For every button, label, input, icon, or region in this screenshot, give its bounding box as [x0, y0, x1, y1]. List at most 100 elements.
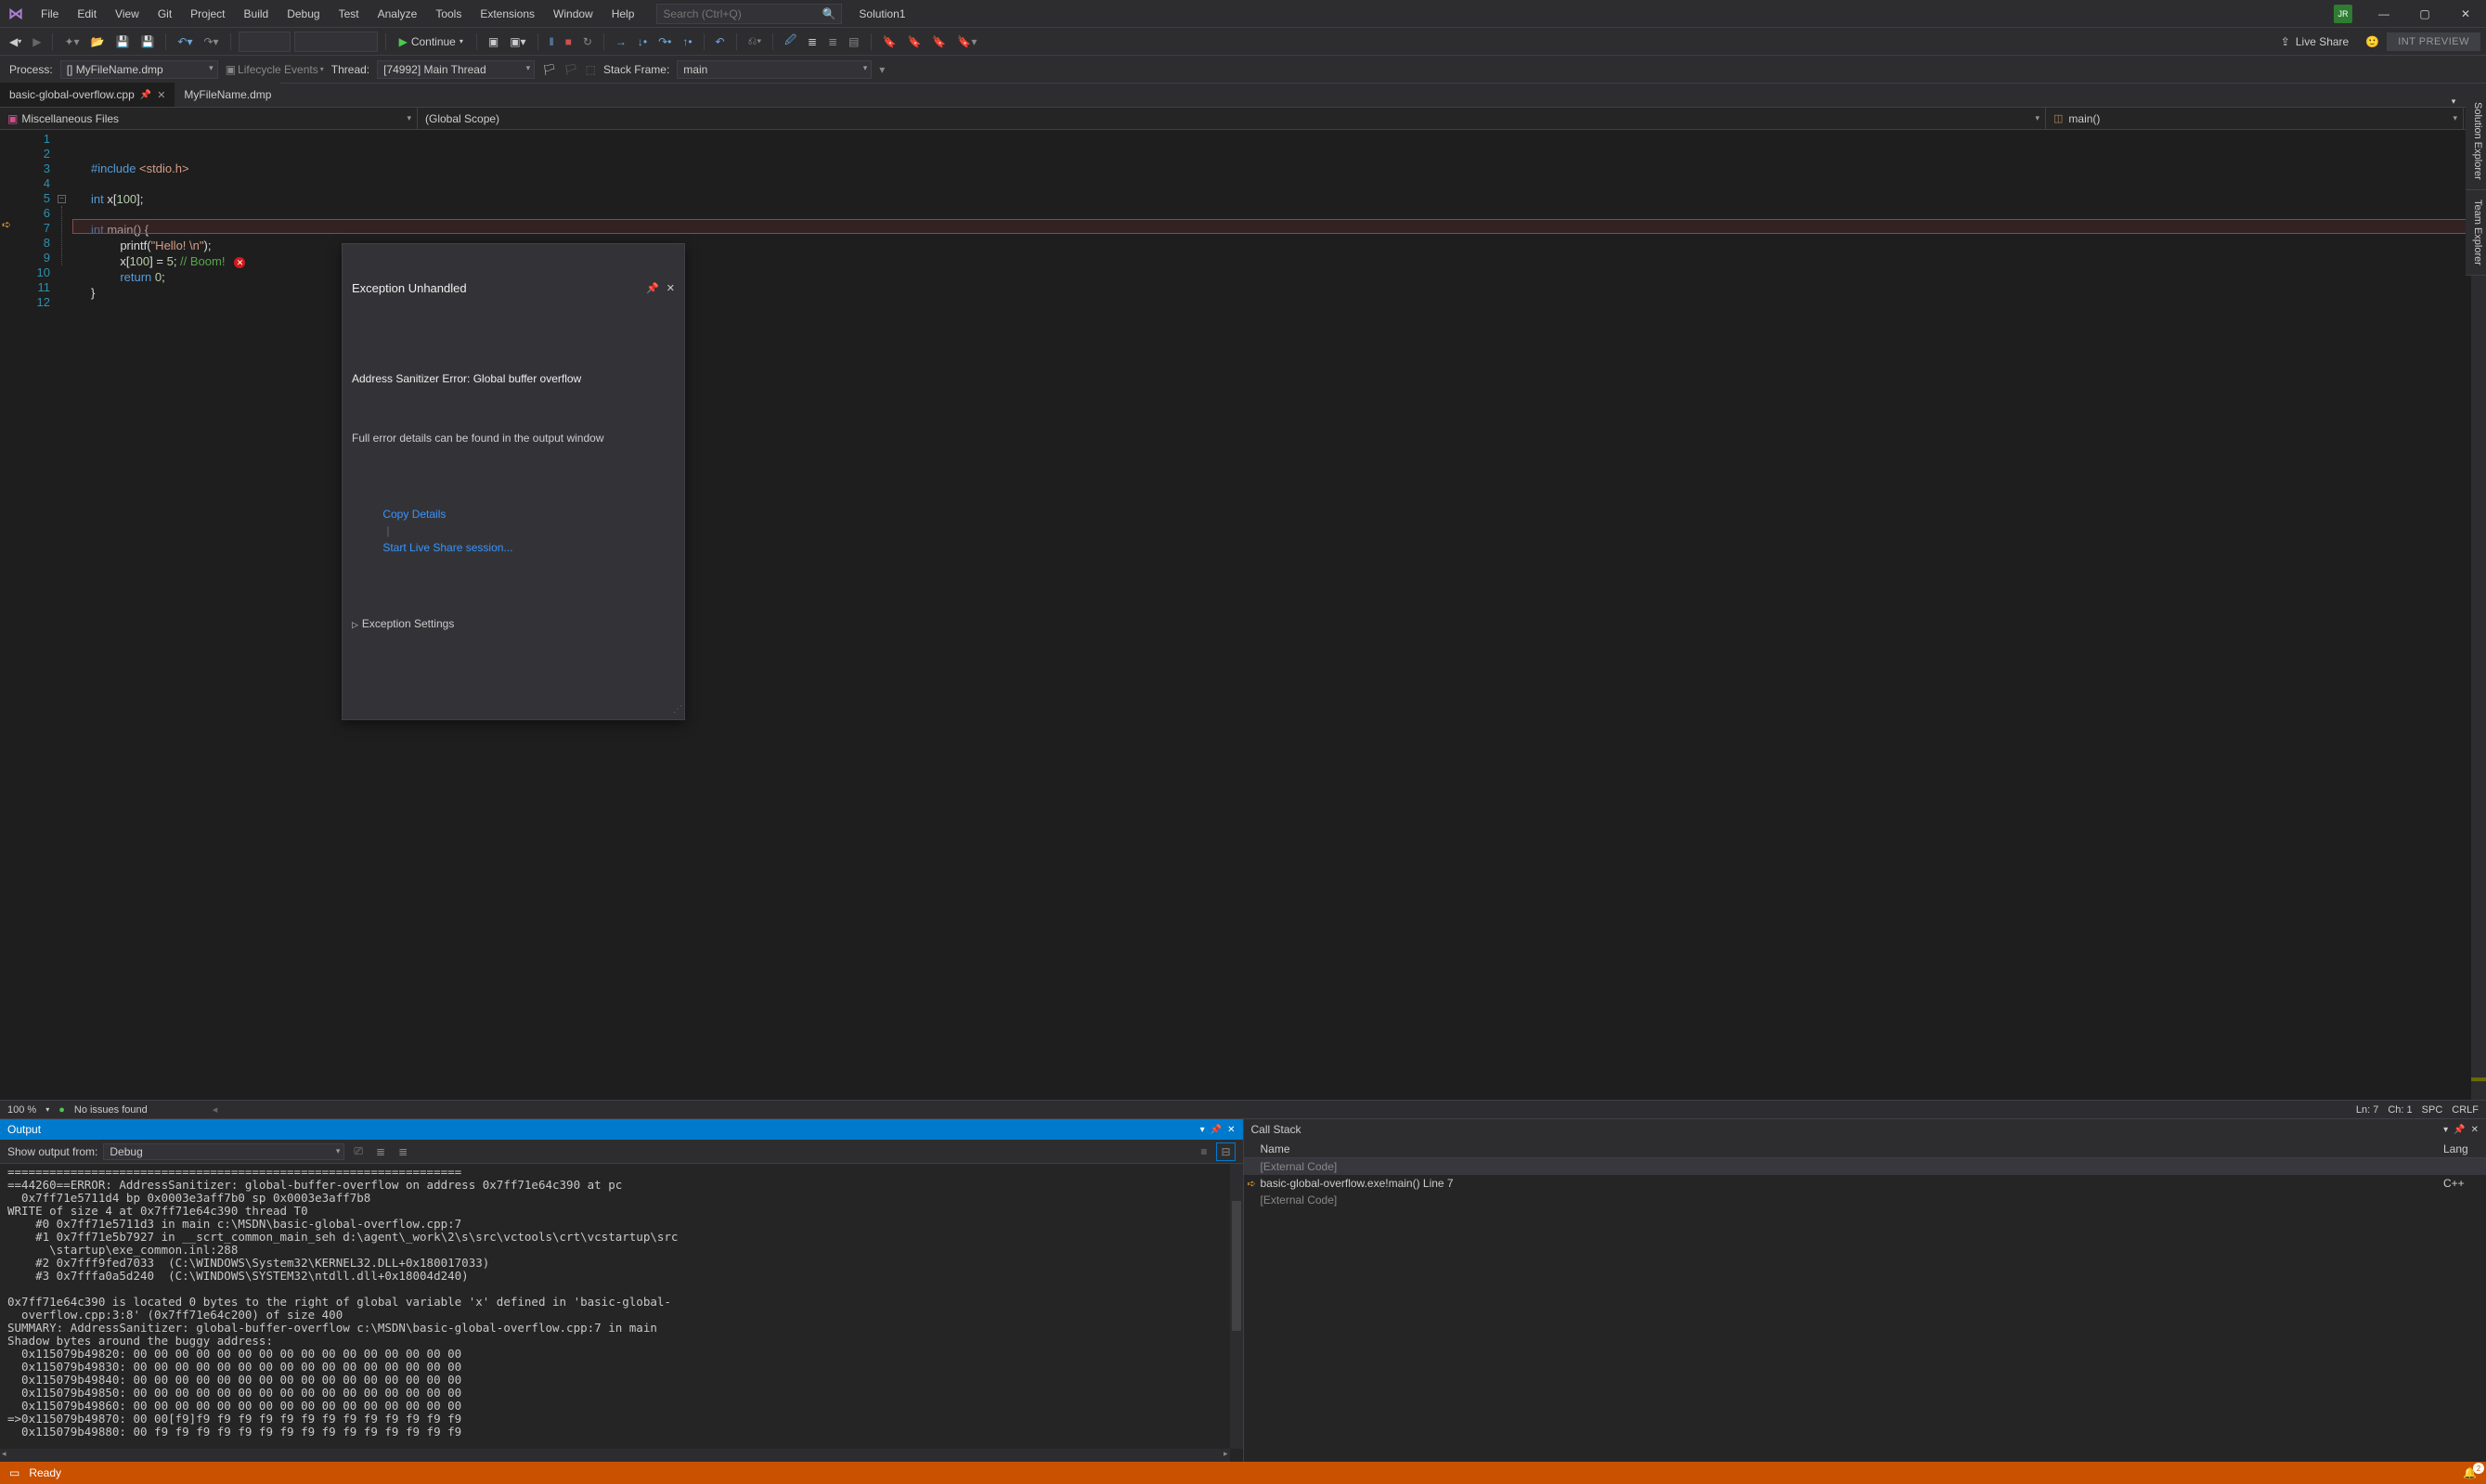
document-tab[interactable]: MyFileName.dmp	[175, 83, 280, 107]
zoom-level[interactable]: 100 %	[7, 1104, 36, 1116]
menu-test[interactable]: Test	[330, 0, 369, 28]
callstack-columns[interactable]: Name Lang	[1244, 1140, 2486, 1158]
panel-close-icon[interactable]: ✕	[2471, 1125, 2479, 1135]
issues-text[interactable]: No issues found	[74, 1104, 148, 1116]
callstack-header[interactable]: Call Stack ▾ 📌 ✕	[1244, 1119, 2486, 1140]
comment-icon[interactable]: ▤	[845, 33, 862, 50]
menu-git[interactable]: Git	[149, 0, 181, 28]
project-dropdown[interactable]: ▣Miscellaneous Files	[0, 108, 418, 129]
close-window-button[interactable]: ✕	[2445, 0, 2486, 28]
panel-pin-icon[interactable]: 📌	[2454, 1125, 2465, 1135]
output-icon-2[interactable]: ≣	[372, 1143, 389, 1160]
eol-indicator[interactable]: CRLF	[2452, 1104, 2479, 1116]
output-wrap-icon[interactable]: ≡	[1197, 1143, 1211, 1160]
debug-toolbar-icon-1[interactable]: ▣	[485, 33, 502, 50]
minimize-button[interactable]: —	[2363, 0, 2404, 28]
panel-close-icon[interactable]: ✕	[1227, 1125, 1235, 1135]
panel-dropdown-icon[interactable]: ▾	[2443, 1125, 2448, 1135]
output-hscrollbar[interactable]: ◂▸	[0, 1449, 1230, 1462]
indent-icon[interactable]: ≣	[804, 33, 821, 50]
fold-toggle-icon[interactable]: −	[58, 195, 66, 203]
panel-dropdown-icon[interactable]: ▾	[1200, 1125, 1205, 1135]
copy-details-link[interactable]: Copy Details	[382, 508, 446, 521]
debug-toolbar-icon-2[interactable]: ▣▾	[506, 33, 529, 50]
new-item-icon[interactable]: ✦▾	[60, 33, 83, 50]
panel-pin-icon[interactable]: 📌	[1211, 1125, 1222, 1135]
toolbar-overflow-icon[interactable]: ▾	[879, 63, 885, 76]
callstack-body[interactable]: [External Code]➪basic-global-overflow.ex…	[1244, 1158, 2486, 1462]
search-input[interactable]	[663, 7, 822, 20]
callstack-row[interactable]: ➪basic-global-overflow.exe!main() Line 7…	[1244, 1175, 2486, 1192]
toolbar-misc-1[interactable]: ⎌▾	[745, 32, 766, 50]
hscroll-left-icon[interactable]: ◂	[213, 1103, 218, 1116]
step-over-icon[interactable]: ↷•	[654, 33, 675, 50]
bookmark-prev-icon[interactable]: 🔖	[903, 33, 925, 50]
threads-icon[interactable]: ⬚	[586, 63, 596, 76]
process-dropdown[interactable]: [] MyFileName.dmp	[60, 60, 218, 79]
save-all-icon[interactable]: 💾	[136, 33, 158, 50]
code-content[interactable]: #include <stdio.h> int x[100]; int main(…	[72, 130, 2471, 1100]
nav-back-icon[interactable]: ◀▾	[6, 33, 25, 50]
callstack-row[interactable]: [External Code]	[1244, 1192, 2486, 1208]
line-indicator[interactable]: Ln: 7	[2356, 1104, 2378, 1116]
scope-dropdown[interactable]: (Global Scope)	[418, 108, 2046, 129]
document-tab[interactable]: basic-global-overflow.cpp📌✕	[0, 83, 175, 107]
menu-tools[interactable]: Tools	[426, 0, 471, 28]
user-badge[interactable]: JR	[2334, 5, 2352, 23]
restart-icon[interactable]: ↻	[579, 33, 596, 50]
toolbar-empty-field-2[interactable]	[294, 32, 378, 52]
save-icon[interactable]: 💾	[112, 33, 134, 50]
menu-file[interactable]: File	[32, 0, 68, 28]
outdent-icon[interactable]: ≣	[824, 33, 841, 50]
menu-build[interactable]: Build	[235, 0, 278, 28]
pin-icon[interactable]: 📌	[646, 281, 659, 296]
output-body[interactable]: ========================================…	[0, 1164, 1243, 1462]
menu-window[interactable]: Window	[544, 0, 602, 28]
start-live-share-link[interactable]: Start Live Share session...	[382, 541, 512, 554]
thread-dropdown[interactable]: [74992] Main Thread	[377, 60, 535, 79]
callstack-row[interactable]: [External Code]	[1244, 1158, 2486, 1175]
output-clear-icon[interactable]: ⊟	[1216, 1142, 1235, 1161]
lifecycle-events-dropdown[interactable]: ▣Lifecycle Events▾	[226, 63, 324, 76]
resize-grip-icon[interactable]: ⋰	[673, 703, 682, 717]
redo-icon[interactable]: ↷▾	[201, 33, 223, 50]
error-indicator-icon[interactable]: ✕	[234, 257, 245, 268]
indent-indicator[interactable]: SPC	[2422, 1104, 2443, 1116]
show-next-icon[interactable]: →	[612, 33, 630, 50]
output-source-dropdown[interactable]: Debug	[103, 1143, 344, 1160]
undo-icon[interactable]: ↶▾	[174, 33, 196, 50]
stop-icon[interactable]: ■	[562, 33, 576, 50]
tab-list-dropdown[interactable]: ▾	[2446, 97, 2462, 107]
output-icon-3[interactable]: ≣	[395, 1143, 411, 1160]
menu-edit[interactable]: Edit	[68, 0, 106, 28]
highlight-icon[interactable]: 🖉	[781, 30, 800, 53]
exception-settings-toggle[interactable]: ▷Exception Settings	[352, 615, 675, 632]
solution-explorer-tab[interactable]: Solution Explorer	[2466, 93, 2486, 190]
maximize-button[interactable]: ▢	[2404, 0, 2445, 28]
feedback-icon[interactable]: 🙂	[2362, 33, 2383, 50]
undo-debug-icon[interactable]: ↶	[712, 33, 729, 50]
char-indicator[interactable]: Ch: 1	[2388, 1104, 2412, 1116]
step-into-icon[interactable]: ↓•	[634, 33, 651, 50]
continue-button[interactable]: ▶ Continue ▾	[394, 33, 469, 50]
bookmark-icon[interactable]: 🔖	[879, 33, 900, 50]
menu-analyze[interactable]: Analyze	[369, 0, 427, 28]
close-icon[interactable]: ✕	[157, 89, 165, 101]
menu-project[interactable]: Project	[181, 0, 234, 28]
output-icon-1[interactable]: ⎚	[350, 1142, 367, 1160]
zoom-dropdown-icon[interactable]: ▾	[45, 1105, 49, 1114]
member-dropdown[interactable]: ◫main()	[2046, 108, 2464, 129]
pause-icon[interactable]: ‖	[546, 33, 558, 50]
notifications-icon[interactable]: 🔔2	[2463, 1466, 2477, 1479]
stackframe-dropdown[interactable]: main	[677, 60, 872, 79]
output-header[interactable]: Output ▾ 📌 ✕	[0, 1119, 1243, 1140]
live-share-button[interactable]: ⇪ Live Share	[2281, 35, 2349, 48]
output-vscrollbar[interactable]	[1230, 1164, 1243, 1449]
menu-help[interactable]: Help	[602, 0, 644, 28]
menu-view[interactable]: View	[106, 0, 149, 28]
search-box[interactable]: 🔍	[656, 4, 842, 24]
bookmark-next-icon[interactable]: 🔖	[928, 33, 950, 50]
code-editor[interactable]: ➪ 123456789101112 − #include <stdio.h> i…	[0, 130, 2486, 1100]
nav-fwd-icon[interactable]: ▶	[29, 33, 45, 50]
team-explorer-tab[interactable]: Team Explorer	[2466, 190, 2486, 276]
